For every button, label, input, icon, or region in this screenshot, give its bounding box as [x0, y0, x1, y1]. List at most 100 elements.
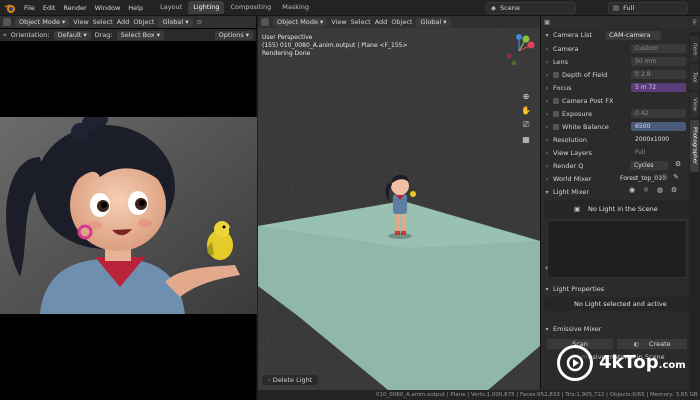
collapse-icon: › [545, 84, 549, 92]
editor-type-icon[interactable]: ▣ [544, 18, 550, 26]
emissive-mixer-row[interactable]: ▾ Emissive Mixer [544, 323, 690, 335]
camera-name-field[interactable]: CAM-camera [605, 30, 661, 40]
chevron-down-icon: ▾ [545, 325, 549, 333]
menu-object[interactable]: Object [133, 18, 154, 26]
lens-field[interactable]: 50 mm [631, 57, 686, 66]
list-resize-handle[interactable]: :: [614, 270, 617, 276]
light-list[interactable]: :: [547, 220, 687, 278]
tab-item[interactable]: Item [690, 36, 699, 62]
navigation-gizmo[interactable] [502, 34, 536, 68]
row-label: Camera [553, 45, 579, 53]
zoom-icon[interactable]: ⊕ [521, 92, 531, 101]
tab-layout[interactable]: Layout [155, 1, 187, 14]
lamp-icon[interactable]: ◍ [656, 186, 664, 194]
list-options-icon[interactable]: ▾ [545, 264, 548, 272]
settings-icon[interactable]: ⚙ [670, 186, 678, 194]
collapse-icon: › [545, 123, 549, 131]
filter-icon[interactable]: ⚲ [692, 18, 697, 26]
checkbox-icon[interactable] [553, 98, 559, 104]
settings-icon[interactable]: ⚙ [674, 160, 682, 168]
checkbox-icon[interactable] [553, 124, 559, 130]
chevron-down-icon: ▾ [545, 188, 549, 196]
render-engine-dropdown[interactable]: Cycles [630, 161, 668, 170]
drag-dropdown[interactable]: Select Box ▾ [116, 30, 165, 40]
menu-window[interactable]: Window [91, 0, 125, 16]
viewport-nav-tools: ⊕ ✋ ⎚ ▦ [521, 92, 531, 144]
camera-field[interactable]: Custom [631, 44, 686, 53]
tab-tool[interactable]: Tool [690, 64, 699, 90]
tab-photographer[interactable]: Photographer [690, 120, 699, 172]
camera-view-icon[interactable]: ⎚ [521, 120, 531, 130]
light-mixer-row[interactable]: ▾ Light Mixer [544, 186, 690, 198]
collapse-icon: › [545, 97, 549, 105]
focus-field[interactable]: 5 m 72 [631, 83, 686, 92]
collapse-icon: › [545, 110, 549, 118]
checkbox-icon[interactable] [553, 111, 559, 117]
chevron-icon: › [268, 376, 271, 384]
view-layer-name: Full [623, 4, 635, 12]
tool-icon[interactable]: ⌖ [3, 31, 7, 40]
panel-header: ▣ ⚲ [541, 16, 700, 28]
snap-icon[interactable]: ⊙ [197, 18, 202, 26]
light-icon[interactable]: ◉ [628, 186, 636, 194]
menu-select[interactable]: Select [93, 18, 113, 26]
options-dropdown[interactable]: Options ▾ [214, 30, 253, 40]
delete-light-label: Delete Light [272, 376, 313, 384]
orientation-dropdown[interactable]: Default ▾ [53, 30, 91, 40]
camera-post-fx-row[interactable]: › Camera Post FX [544, 95, 690, 107]
menu-help[interactable]: Help [124, 0, 147, 16]
watermark-logo-icon [557, 345, 593, 381]
resolution-field[interactable]: 2000x1000 [631, 135, 686, 144]
blender-logo-icon[interactable] [3, 1, 17, 15]
scene-icon: ◆ [491, 4, 496, 12]
viewport-info: User Perspective (155) 010_0080_A.anim.o… [262, 34, 408, 58]
tool-settings-bar: ⌖ Orientation: Default ▾ Drag: Select Bo… [0, 29, 256, 41]
light-icon: ▣ [574, 205, 581, 213]
menu-render[interactable]: Render [59, 0, 90, 16]
image-editor-area: Object Mode ▾ View Select Add Object Glo… [0, 16, 257, 400]
scene-name: Scene [500, 4, 520, 12]
no-light-selected-panel: No Light selected and active [544, 297, 690, 311]
row-label: View Layers [553, 149, 592, 157]
row-label: White Balance [562, 123, 609, 131]
tab-lighting[interactable]: Lighting [188, 1, 225, 14]
menu-add[interactable]: Add [117, 18, 130, 26]
edit-icon[interactable]: ✎ [672, 173, 680, 181]
tab-view[interactable]: View [690, 92, 699, 118]
view-layers-field[interactable]: Full [631, 148, 686, 157]
tab-masking[interactable]: Masking [277, 1, 314, 14]
white-balance-field[interactable]: 6500 [631, 122, 686, 131]
sun-icon[interactable]: ☼ [642, 186, 650, 194]
render-q-row[interactable]: › Render Q [544, 160, 690, 172]
camera-list-row[interactable]: ▾ Camera List CAM-camera [544, 29, 690, 41]
emissive-mixer-label: Emissive Mixer [553, 325, 602, 333]
menu-view[interactable]: View [73, 18, 88, 26]
perspective-grid-icon[interactable]: ▦ [521, 135, 531, 144]
3d-viewport[interactable]: Object Mode ▾ View Select Add Object Glo… [258, 16, 540, 400]
exposure-field[interactable]: 0.42 [631, 109, 686, 118]
view-layer-selector[interactable]: ▤ Full [608, 2, 688, 14]
collapse-icon: › [545, 162, 549, 170]
menu-file[interactable]: File [20, 0, 39, 16]
camera-list-label: Camera List [553, 31, 592, 39]
checkbox-icon[interactable] [553, 72, 559, 78]
collapse-icon: › [545, 58, 549, 66]
image-editor-header: Object Mode ▾ View Select Add Object Glo… [0, 16, 256, 28]
collapse-icon: › [545, 71, 549, 79]
tab-compositing[interactable]: Compositing [225, 1, 276, 14]
transform-dropdown[interactable]: Global ▾ [158, 17, 193, 27]
watermark-brand: 4kTop [599, 352, 659, 373]
world-mixer-field[interactable]: Forest_top_01 [616, 174, 662, 183]
world-icon[interactable]: ◎ [660, 173, 668, 181]
scene-selector[interactable]: ◆ Scene [486, 2, 576, 14]
object-info: (155) 010_0080_A.anim.output | Plane <F_… [262, 42, 408, 49]
editor-type-icon[interactable] [3, 18, 11, 26]
mode-dropdown[interactable]: Object Mode ▾ [15, 17, 70, 27]
render-status: Rendering Done [262, 50, 311, 57]
watermark: 4kTop.com [557, 339, 697, 387]
row-label: Lens [553, 58, 569, 66]
aperture-field[interactable]: f/ 2.8 [631, 70, 686, 79]
light-properties-row[interactable]: ▾ Light Properties [544, 283, 690, 295]
pan-hand-icon[interactable]: ✋ [521, 106, 531, 115]
menu-edit[interactable]: Edit [39, 0, 60, 16]
